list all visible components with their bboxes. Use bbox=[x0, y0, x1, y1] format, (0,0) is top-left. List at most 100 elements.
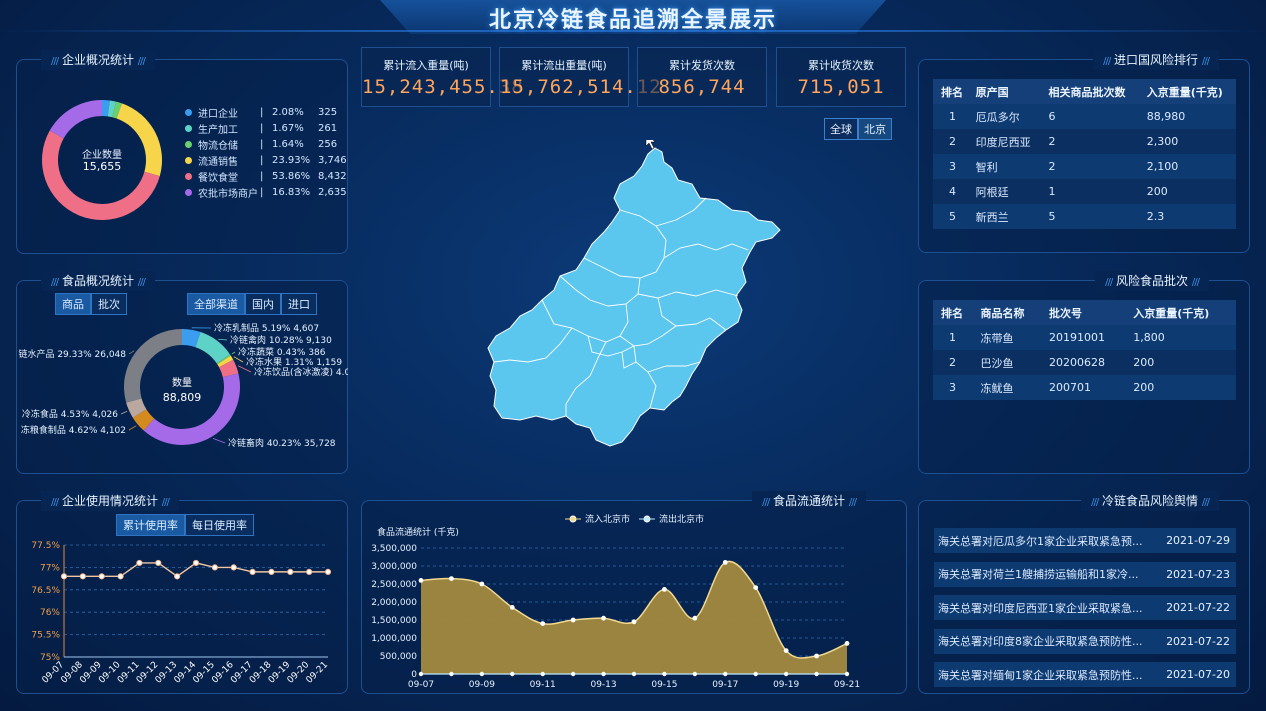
usage-point[interactable] bbox=[324, 568, 332, 575]
inflow-point[interactable] bbox=[692, 615, 698, 621]
tab-daily-rate[interactable]: 每日使用率 bbox=[185, 514, 254, 536]
table-header-cell: 排名 bbox=[933, 300, 973, 325]
table-cell: 200701 bbox=[1040, 375, 1126, 400]
news-item[interactable]: 海关总署对厄瓜多尔1家企业采取紧急预... 2021-07-29 bbox=[934, 528, 1236, 553]
outflow-point[interactable] bbox=[418, 671, 424, 677]
legend-name: 生产加工 bbox=[198, 125, 238, 136]
food-slice-label: 冷链畜肉 40.23% 35,728 bbox=[228, 437, 336, 449]
inflow-point[interactable] bbox=[449, 576, 454, 581]
usage-point[interactable] bbox=[268, 568, 275, 575]
risk-batch-row[interactable]: 3 冻鱿鱼 200701 200 bbox=[933, 375, 1236, 400]
tab-import[interactable]: 进口 bbox=[281, 293, 317, 315]
toggle-global[interactable]: 全球 bbox=[824, 118, 858, 140]
tab-goods[interactable]: 商品 bbox=[55, 293, 91, 315]
outflow-point[interactable] bbox=[753, 671, 758, 677]
legend-count: 261 bbox=[318, 123, 338, 134]
enterprise-donut-slice[interactable] bbox=[42, 130, 160, 220]
beijing-map[interactable] bbox=[480, 140, 790, 455]
legend-item[interactable]: 餐饮食堂 | 53.86% 8,432 bbox=[185, 169, 347, 184]
food-slice-label: 链水产品 29.33% 26,048 bbox=[18, 348, 126, 360]
tab-domestic[interactable]: 国内 bbox=[245, 293, 281, 315]
inflow-point[interactable] bbox=[509, 605, 515, 610]
tab-cumulative-rate[interactable]: 累计使用率 bbox=[116, 514, 185, 536]
table-cell: 2.3 bbox=[1138, 204, 1236, 229]
outflow-point[interactable] bbox=[783, 671, 789, 677]
enterprise-donut-slice[interactable] bbox=[49, 100, 102, 139]
table-cell: 4 bbox=[933, 179, 968, 204]
usage-point[interactable] bbox=[98, 573, 105, 580]
legend-item[interactable]: 物流仓储 | 1.64% 256 bbox=[185, 137, 337, 152]
legend-item[interactable]: 农批市场商户 | 16.83% 2,635 bbox=[185, 185, 347, 200]
usage-point[interactable] bbox=[306, 568, 313, 575]
toggle-beijing[interactable]: 北京 bbox=[858, 118, 892, 140]
tab-batch[interactable]: 批次 bbox=[91, 293, 127, 315]
usage-point[interactable] bbox=[117, 573, 124, 580]
inflow-point[interactable] bbox=[570, 617, 576, 623]
y-tick-label: 77.5% bbox=[31, 541, 60, 551]
food-center-label: 数量 bbox=[172, 376, 192, 389]
legend-item[interactable]: 流通销售 | 23.93% 3,746 bbox=[185, 153, 347, 168]
outflow-point[interactable] bbox=[723, 671, 728, 677]
inflow-point[interactable] bbox=[662, 587, 667, 592]
usage-point[interactable] bbox=[249, 568, 256, 575]
food-overview-title: 食品概况统计 bbox=[61, 274, 134, 288]
legend-item[interactable]: 生产加工 | 1.67% 261 bbox=[185, 121, 337, 136]
inflow-point[interactable] bbox=[783, 648, 789, 653]
outflow-point[interactable] bbox=[814, 671, 819, 677]
inflow-point[interactable] bbox=[601, 615, 606, 621]
tab-all-channels[interactable]: 全部渠道 bbox=[187, 293, 245, 315]
import-risk-row[interactable]: 3 智利 2 2,100 bbox=[933, 154, 1236, 179]
outflow-point[interactable] bbox=[449, 671, 454, 677]
risk-batch-row[interactable]: 2 巴沙鱼 20200628 200 bbox=[933, 350, 1236, 375]
import-risk-row[interactable]: 1 厄瓜多尔 6 88,980 bbox=[933, 104, 1236, 129]
outflow-point[interactable] bbox=[844, 671, 850, 677]
inflow-point[interactable] bbox=[814, 653, 819, 659]
table-cell: 阿根廷 bbox=[967, 179, 1041, 204]
inflow-point[interactable] bbox=[631, 619, 637, 625]
legend-name: 物流仓储 bbox=[198, 141, 238, 152]
usage-point[interactable] bbox=[192, 559, 200, 567]
news-item[interactable]: 海关总署对印度尼西亚1家企业采取紧急... 2021-07-22 bbox=[934, 595, 1236, 620]
usage-point[interactable] bbox=[60, 573, 68, 580]
food-slice-label: 冷冻食品 4.53% 4,026 bbox=[22, 408, 118, 420]
usage-point[interactable] bbox=[230, 564, 237, 571]
usage-point[interactable] bbox=[136, 559, 143, 567]
inflow-point[interactable] bbox=[722, 560, 728, 565]
risk-batch-row[interactable]: 1 冻带鱼 20191001 1,800 bbox=[933, 325, 1236, 350]
food-center-value: 88,809 bbox=[163, 391, 202, 404]
food-slice-label: 冻粮食制品 4.62% 4,102 bbox=[21, 424, 126, 436]
usage-point[interactable] bbox=[287, 568, 294, 575]
outflow-point[interactable] bbox=[510, 671, 515, 677]
inflow-point[interactable] bbox=[418, 578, 424, 583]
inflow-point[interactable] bbox=[844, 641, 850, 646]
map-scope-toggle: 全球 北京 bbox=[824, 118, 892, 140]
outflow-point[interactable] bbox=[662, 671, 667, 677]
import-risk-row[interactable]: 5 新西兰 5 2.3 bbox=[933, 204, 1236, 229]
flow-y-axis-label: 食品流通统计 (千克) bbox=[377, 526, 459, 538]
import-risk-row[interactable]: 4 阿根廷 1 200 bbox=[933, 179, 1236, 204]
outflow-point[interactable] bbox=[601, 671, 606, 677]
news-item[interactable]: 海关总署对缅甸1家企业采取紧急预防性... 2021-07-20 bbox=[934, 662, 1236, 687]
outflow-point[interactable] bbox=[631, 671, 637, 677]
import-risk-row[interactable]: 2 印度尼西亚 2 2,300 bbox=[933, 129, 1236, 154]
outflow-point[interactable] bbox=[479, 671, 485, 677]
outflow-point[interactable] bbox=[692, 671, 698, 677]
usage-point[interactable] bbox=[79, 573, 86, 580]
usage-point[interactable] bbox=[174, 573, 181, 580]
inflow-point[interactable] bbox=[753, 585, 759, 590]
outflow-point[interactable] bbox=[570, 671, 576, 677]
table-header-cell: 相关商品批次数 bbox=[1040, 79, 1139, 104]
inflow-point[interactable] bbox=[479, 581, 485, 587]
outflow-point[interactable] bbox=[540, 671, 545, 677]
inflow-point[interactable] bbox=[540, 621, 546, 626]
panel-title: /// 进口国风险排行 /// bbox=[1093, 50, 1219, 70]
legend-item[interactable]: 进口企业 | 2.08% 325 bbox=[185, 105, 337, 120]
news-item[interactable]: 海关总署对荷兰1艘捕捞运输船和1家冷... 2021-07-23 bbox=[934, 561, 1236, 587]
usage-point[interactable] bbox=[211, 564, 218, 571]
news-item[interactable]: 海关总署对印度8家企业采取紧急预防性... 2021-07-22 bbox=[934, 628, 1236, 654]
usage-point[interactable] bbox=[155, 559, 162, 567]
food-label-leader bbox=[128, 425, 137, 431]
table-header-row: 排名 商品名称 批次号 入京重量(千克) bbox=[933, 300, 1236, 325]
food-donut: 冷冻乳制品 5.19% 4,607冷链禽肉 10.28% 9,130冷冻蔬菜 0… bbox=[18, 322, 348, 449]
legend-percent: 1.67% bbox=[272, 123, 304, 134]
